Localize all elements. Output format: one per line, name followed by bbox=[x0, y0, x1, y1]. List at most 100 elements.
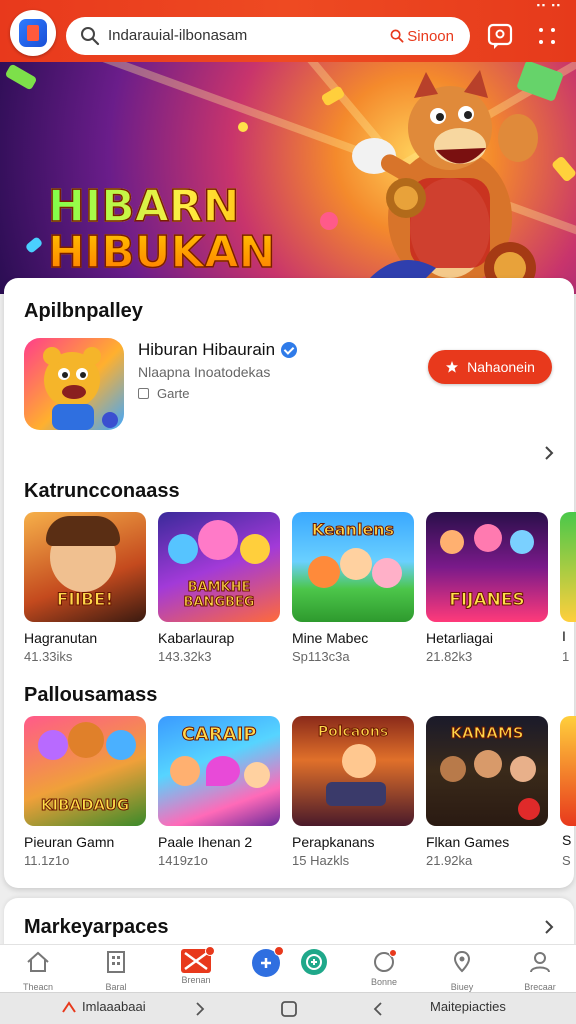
nav-item-profile[interactable]: Brecaar bbox=[508, 949, 572, 992]
nav-label: Bonne bbox=[370, 977, 398, 987]
forward-icon[interactable] bbox=[194, 1001, 206, 1017]
system-right-item[interactable]: Maitepiacties bbox=[430, 999, 506, 1014]
mascot-illustration bbox=[352, 70, 538, 294]
status-indicators: ▪▪ ▪▪ bbox=[536, 0, 562, 10]
game-tile[interactable]: Polcaons Perapkanans 15 Hazkls bbox=[292, 716, 414, 868]
game-downloads: 41.33iks bbox=[24, 649, 73, 664]
nav-label: Theacn bbox=[22, 982, 54, 992]
star-icon bbox=[446, 361, 459, 373]
game-name: Paale Ihenan 2 bbox=[158, 834, 253, 850]
game-downloads: Sp113c3a bbox=[292, 649, 350, 664]
game-tile-peek[interactable] bbox=[560, 716, 576, 826]
game-tile[interactable]: CARAIP Paale Ihenan 2 1419z1o bbox=[158, 716, 280, 868]
install-button[interactable]: Nahaonein bbox=[428, 350, 552, 384]
system-navigation-bar: Imlaaabaai Maitepiacties bbox=[0, 992, 576, 1024]
game-row-1: FIIBE! Hagranutan 41.33iks BAMKHE BANGBE… bbox=[24, 512, 548, 664]
nav-label: Brecaar bbox=[524, 982, 556, 992]
featured-app-name: Hiburan Hibaurain bbox=[138, 340, 276, 359]
marketplace-title: Markeyarpaces bbox=[24, 916, 169, 938]
nav-item-home[interactable]: Theacn bbox=[6, 949, 70, 992]
game-name-peek: I bbox=[562, 628, 566, 644]
system-app-shortcut[interactable]: Imlaaabaai bbox=[62, 999, 146, 1014]
home-icon bbox=[27, 951, 49, 972]
mail-icon bbox=[181, 946, 215, 973]
chevron-right-icon[interactable] bbox=[540, 918, 558, 936]
nav-item-bonne[interactable]: Bonne bbox=[352, 949, 416, 987]
game-name: Hetarliagai bbox=[426, 630, 493, 646]
nav-label: Biuey bbox=[450, 982, 474, 992]
game-tile-caption: BAMKHE BANGBEG bbox=[183, 580, 255, 611]
grid-menu-icon[interactable] bbox=[534, 22, 560, 50]
game-tile-caption: FIJANES bbox=[449, 590, 526, 611]
game-downloads: 1419z1o bbox=[158, 853, 208, 868]
bottom-navigation: Theacn Baral Brenan Bonne Biuey Brecaar bbox=[0, 944, 576, 992]
game-name: Mine Mabec bbox=[292, 630, 369, 646]
game-name: Kabarlaurap bbox=[158, 630, 235, 646]
featured-app-category-label: Garte bbox=[157, 386, 190, 401]
featured-app-developer: Nlaapna Inoatodekas bbox=[138, 364, 271, 380]
search-icon bbox=[81, 27, 100, 46]
game-tile-caption: Keanlens bbox=[311, 520, 395, 540]
chat-icon[interactable] bbox=[486, 22, 514, 50]
game-downloads-peek: 1 bbox=[562, 649, 570, 664]
featured-section-title: Apilbnpalley bbox=[24, 300, 143, 322]
home-square-icon[interactable] bbox=[280, 1000, 298, 1018]
game-name: Perapkanans bbox=[292, 834, 375, 850]
section-title-1: Katruncconaass bbox=[24, 480, 180, 502]
search-input[interactable]: Indarauial-ilbonasam bbox=[108, 27, 247, 44]
game-tile-peek[interactable] bbox=[560, 512, 576, 622]
location-icon bbox=[453, 950, 471, 973]
game-tile-caption: CARAIP bbox=[181, 724, 257, 746]
category-icon bbox=[138, 388, 149, 399]
game-downloads: 11.1z1o bbox=[24, 853, 70, 868]
search-button-icon bbox=[390, 29, 404, 43]
nav-item-building[interactable]: Baral bbox=[84, 949, 148, 992]
verified-badge-icon bbox=[281, 342, 298, 358]
featured-app-category: Garte bbox=[138, 386, 190, 401]
top-bar: Indarauial-ilbonasam Sinoon ▪▪ ▪▪ bbox=[0, 0, 576, 70]
nav-item-location[interactable]: Biuey bbox=[430, 949, 494, 992]
banner-title: HIBARN HIBUKAN bbox=[47, 183, 276, 278]
back-icon[interactable] bbox=[372, 1001, 384, 1017]
system-left-label: Imlaaabaai bbox=[82, 999, 146, 1014]
main-card: Apilbnpalley Hiburan Hibaurain Nlaapna I… bbox=[4, 278, 576, 888]
app-logo-icon[interactable] bbox=[10, 10, 56, 56]
game-tile[interactable]: Keanlens Mine Mabec Sp113c3a bbox=[292, 512, 414, 664]
featured-app-title[interactable]: Hiburan Hibaurain bbox=[138, 340, 298, 360]
chevron-right-icon[interactable] bbox=[540, 444, 558, 462]
game-name: Hagranutan bbox=[24, 630, 98, 646]
profile-icon bbox=[530, 952, 550, 973]
game-tile-caption: KIBADAUG bbox=[40, 796, 130, 815]
notification-badge bbox=[389, 949, 397, 957]
game-tile-caption: FIIBE! bbox=[56, 590, 114, 611]
install-button-label: Nahaonein bbox=[467, 359, 535, 375]
caret-up-icon bbox=[62, 1000, 76, 1013]
nav-item-mail[interactable]: Brenan bbox=[164, 946, 228, 985]
game-downloads-peek: S bbox=[562, 853, 571, 868]
nav-label: Brenan bbox=[181, 975, 211, 985]
banner-title-line2: HIBUKAN bbox=[47, 227, 276, 278]
game-tile[interactable]: KIBADAUG Pieuran Gamn 11.1z1o bbox=[24, 716, 146, 868]
notification-badge bbox=[205, 946, 215, 956]
search-bar[interactable]: Indarauial-ilbonasam Sinoon bbox=[66, 17, 470, 55]
nav-item-games[interactable] bbox=[282, 949, 346, 977]
game-downloads: 143.32k3 bbox=[158, 649, 212, 664]
circle-icon bbox=[371, 949, 397, 975]
games-icon bbox=[301, 949, 327, 975]
game-tile-caption: Polcaons bbox=[317, 724, 389, 741]
game-tile[interactable]: FIIBE! Hagranutan 41.33iks bbox=[24, 512, 146, 664]
game-row-2: KIBADAUG Pieuran Gamn 11.1z1o CARAIP Paa… bbox=[24, 716, 548, 868]
search-button[interactable]: Sinoon bbox=[390, 25, 454, 47]
featured-app-icon[interactable] bbox=[24, 338, 124, 430]
search-button-label: Sinoon bbox=[407, 27, 454, 45]
game-tile[interactable]: BAMKHE BANGBEG Kabarlaurap 143.32k3 bbox=[158, 512, 280, 664]
game-name: Pieuran Gamn bbox=[24, 834, 115, 850]
nav-label: Baral bbox=[105, 982, 127, 992]
game-name-peek: S bbox=[562, 832, 572, 848]
promo-banner[interactable]: HIBARN HIBUKAN bbox=[0, 62, 576, 294]
game-tile[interactable]: KANAMS Flkan Games 21.92ka bbox=[426, 716, 548, 868]
game-tile[interactable]: FIJANES Hetarliagai 21.82k3 bbox=[426, 512, 548, 664]
game-name: Flkan Games bbox=[426, 834, 510, 850]
building-icon bbox=[107, 951, 125, 973]
game-downloads: 21.82k3 bbox=[426, 649, 473, 664]
